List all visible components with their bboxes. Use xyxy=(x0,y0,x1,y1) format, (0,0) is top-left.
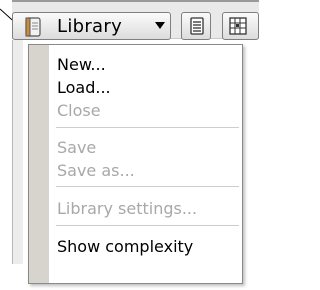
menu-item-new[interactable]: New... xyxy=(57,55,106,74)
menu-item-close[interactable]: Close xyxy=(57,101,101,120)
library-dropdown-menu: New... Load... Close Save Save as... Lib… xyxy=(28,44,243,284)
chevron-down-icon xyxy=(155,22,165,29)
menu-separator xyxy=(56,127,239,128)
menu-item-save-as[interactable]: Save as... xyxy=(57,161,135,180)
grid-table-button[interactable] xyxy=(222,12,259,40)
menu-icon-gutter xyxy=(29,45,49,283)
menu-separator xyxy=(56,225,239,226)
library-book-icon xyxy=(22,16,48,42)
menu-separator xyxy=(56,186,239,187)
database-button[interactable] xyxy=(181,12,211,40)
library-menu-button[interactable]: Library xyxy=(12,12,171,40)
menu-item-library-settings[interactable]: Library settings... xyxy=(57,199,197,218)
menu-item-show-complexity[interactable]: Show complexity xyxy=(57,237,193,256)
library-menu-label: Library xyxy=(57,16,123,37)
menu-item-load[interactable]: Load... xyxy=(57,78,111,97)
menu-item-save[interactable]: Save xyxy=(57,138,96,157)
